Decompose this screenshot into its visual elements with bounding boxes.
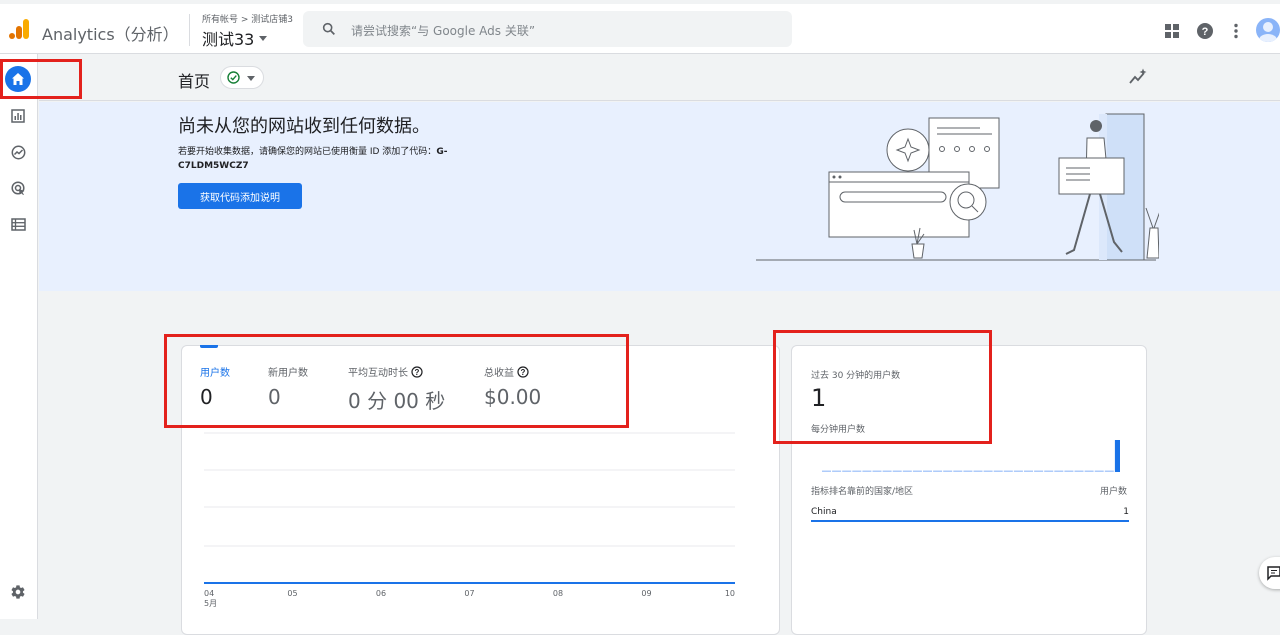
minute-bar[interactable] [832, 470, 842, 473]
explore-icon [11, 145, 25, 159]
website-illustration [756, 113, 1159, 261]
get-code-instructions-button[interactable]: 获取代码添加说明 [178, 183, 302, 209]
minute-bar[interactable] [822, 470, 831, 473]
header-divider [189, 14, 190, 46]
minute-bar[interactable] [1054, 470, 1064, 473]
chevron-down-icon[interactable] [259, 36, 267, 41]
minute-bar[interactable] [973, 470, 983, 473]
annotation-box-realtime [773, 330, 992, 444]
users-line-chart: 04 05 06 07 08 09 10 5月 [204, 432, 735, 608]
minute-bar[interactable] [943, 470, 953, 473]
feedback-button[interactable] [1259, 557, 1280, 589]
country-name: China [811, 507, 837, 517]
minute-bar[interactable] [852, 470, 862, 473]
minute-bar[interactable] [842, 470, 852, 473]
minute-bar[interactable] [1074, 470, 1084, 473]
country-share-bar [811, 520, 1129, 522]
analytics-logo-icon[interactable] [8, 18, 30, 40]
minute-bar[interactable] [872, 470, 882, 473]
banner-desc-text: 若要开始收集数据，请确保您的网站已使用衡量 ID 添加了代码： [178, 147, 437, 157]
x-tick-label: 10 [725, 589, 735, 598]
account-breadcrumb[interactable]: 所有帐号 > 测试店铺3 [202, 12, 293, 25]
side-navigation [0, 54, 38, 619]
x-tick-label: 08 [553, 589, 563, 598]
nav-reports[interactable] [6, 104, 30, 128]
x-tick-label: 05 [287, 589, 297, 598]
minute-bar[interactable] [862, 470, 872, 473]
bar-chart-icon [11, 109, 25, 123]
banner-description: 若要开始收集数据，请确保您的网站已使用衡量 ID 添加了代码：G-C7LDM5W… [178, 145, 478, 173]
nav-advertising[interactable] [6, 176, 30, 200]
table-row[interactable]: China 1 [811, 507, 1129, 517]
x-tick-label: 07 [464, 589, 474, 598]
minute-bar[interactable] [1064, 470, 1074, 473]
minute-bar[interactable] [912, 470, 922, 473]
top-countries-header: 指标排名靠前的国家/地区 [811, 487, 914, 497]
minute-bar[interactable] [1084, 470, 1094, 473]
top-app-bar: Analytics（分析） 所有帐号 > 测试店铺3 测试33 请尝试搜索“与 … [0, 4, 1280, 54]
page-header: 首页 [39, 54, 1280, 101]
minute-bar[interactable] [1094, 470, 1104, 473]
nav-admin[interactable] [6, 580, 30, 604]
chevron-down-icon [247, 76, 255, 81]
country-users: 1 [1123, 507, 1129, 517]
property-selector[interactable]: 测试33 [202, 26, 254, 50]
page-title: 首页 [178, 72, 211, 91]
search-placeholder: 请尝试搜索“与 Google Ads 关联” [351, 24, 536, 38]
minute-bar[interactable] [933, 470, 943, 473]
minute-bar[interactable] [892, 470, 902, 473]
minute-bar[interactable] [1044, 470, 1054, 473]
nav-configure[interactable] [6, 212, 30, 236]
app-brand-title: Analytics（分析） [42, 25, 179, 44]
more-vert-icon[interactable] [1227, 22, 1245, 40]
check-circle-icon [227, 71, 240, 84]
banner-title: 尚未从您的网站收到任何数据。 [178, 116, 430, 137]
minute-bar[interactable] [923, 470, 932, 473]
search-icon [322, 22, 335, 35]
list-icon [10, 217, 26, 231]
chat-icon [1267, 566, 1280, 581]
x-tick-label: 04 [204, 589, 214, 598]
data-status-dropdown[interactable] [220, 66, 264, 89]
minute-bar[interactable] [963, 470, 973, 473]
annotation-box-home [0, 59, 82, 99]
advertising-icon [10, 180, 25, 195]
minute-bar[interactable] [902, 470, 912, 473]
minute-bar[interactable] [1003, 470, 1013, 473]
minute-bar[interactable] [993, 470, 1003, 473]
settings-gear-icon [11, 585, 25, 599]
x-tick-sublabel: 5月 [204, 599, 217, 608]
nav-explore[interactable] [6, 140, 30, 164]
annotation-box-metrics [164, 334, 629, 428]
minute-bar[interactable] [882, 470, 892, 473]
minute-bar[interactable] [1034, 470, 1044, 473]
minute-bar[interactable] [983, 470, 993, 473]
x-tick-label: 09 [641, 589, 651, 598]
account-avatar[interactable] [1256, 18, 1280, 42]
minute-bar[interactable] [1013, 470, 1023, 473]
no-data-banner: 尚未从您的网站收到任何数据。 若要开始收集数据，请确保您的网站已使用衡量 ID … [39, 102, 1280, 291]
search-bar[interactable]: 请尝试搜索“与 Google Ads 关联” [303, 11, 792, 47]
minute-bar[interactable] [1104, 470, 1114, 473]
user-avatar-icon [1259, 22, 1277, 42]
help-icon[interactable]: ? [1196, 22, 1214, 40]
svg-text:?: ? [1202, 26, 1209, 38]
minute-bar[interactable] [1114, 440, 1120, 472]
minute-bar[interactable] [953, 470, 963, 473]
users-column-header: 用户数 [1099, 487, 1127, 497]
apps-grid-icon[interactable] [1163, 22, 1181, 40]
insights-icon[interactable] [1129, 68, 1147, 86]
x-tick-label: 06 [376, 589, 386, 598]
minute-bar[interactable] [1024, 470, 1033, 473]
